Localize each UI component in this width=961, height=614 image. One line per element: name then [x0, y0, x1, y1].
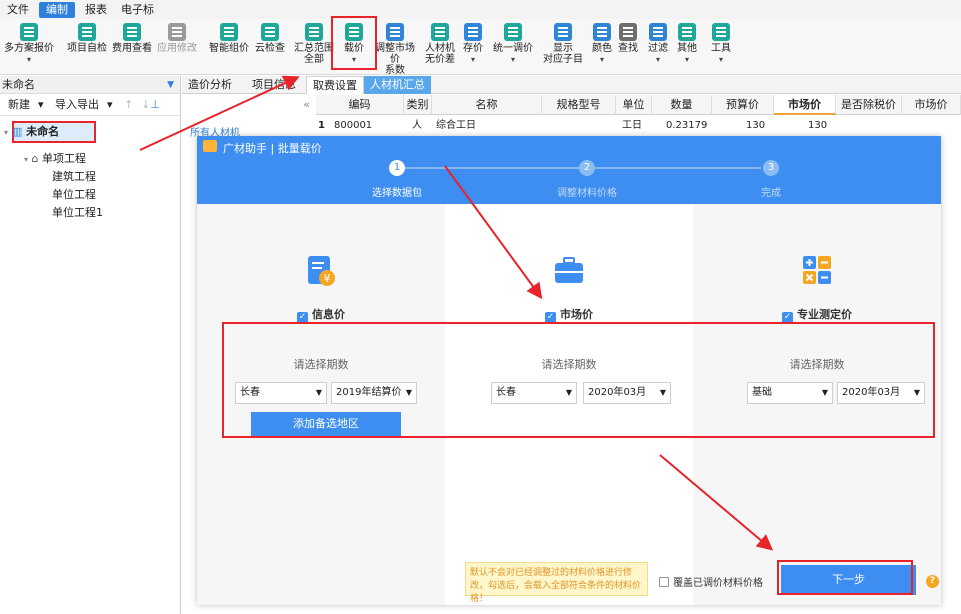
- arrow-to-load-price: [139, 75, 300, 151]
- arrow-to-market-price: [444, 165, 543, 300]
- arrow-to-next-button: [659, 454, 774, 551]
- annotation-arrows: [139, 75, 774, 551]
